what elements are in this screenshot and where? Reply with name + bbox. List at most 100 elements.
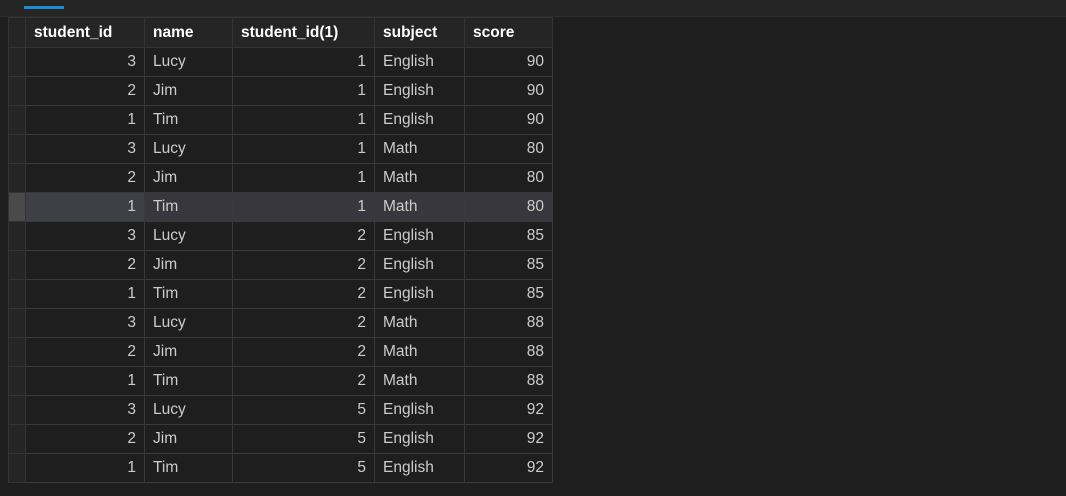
row-selector[interactable] [8, 134, 26, 164]
cell-score[interactable]: 85 [464, 221, 553, 251]
cell-student-id[interactable]: 3 [25, 221, 145, 251]
table-row[interactable]: 3 Lucy 2 Math 88 [8, 308, 553, 338]
cell-score[interactable]: 92 [464, 395, 553, 425]
cell-name[interactable]: Jim [144, 337, 233, 367]
cell-student-id[interactable]: 2 [25, 76, 145, 106]
table-row[interactable]: 2 Jim 1 Math 80 [8, 163, 553, 193]
column-header-subject[interactable]: subject [374, 17, 465, 48]
cell-name[interactable]: Tim [144, 192, 233, 222]
cell-student-id[interactable]: 2 [25, 250, 145, 280]
cell-student-id[interactable]: 2 [25, 424, 145, 454]
row-selector[interactable] [8, 395, 26, 425]
row-selector[interactable] [8, 192, 26, 222]
table-row[interactable]: 2 Jim 2 English 85 [8, 250, 553, 280]
cell-student-id[interactable]: 1 [25, 192, 145, 222]
cell-student-id-1[interactable]: 2 [232, 308, 375, 338]
active-tab-indicator[interactable] [24, 6, 64, 9]
cell-name[interactable]: Tim [144, 105, 233, 135]
row-selector[interactable] [8, 163, 26, 193]
cell-name[interactable]: Lucy [144, 308, 233, 338]
column-header-score[interactable]: score [464, 17, 553, 48]
row-selector[interactable] [8, 76, 26, 106]
cell-student-id[interactable]: 1 [25, 453, 145, 483]
cell-student-id[interactable]: 1 [25, 366, 145, 396]
column-header-student-id[interactable]: student_id [25, 17, 145, 48]
cell-subject[interactable]: English [374, 453, 465, 483]
cell-student-id-1[interactable]: 1 [232, 163, 375, 193]
cell-score[interactable]: 88 [464, 308, 553, 338]
row-selector[interactable] [8, 47, 26, 77]
cell-name[interactable]: Jim [144, 76, 233, 106]
cell-score[interactable]: 92 [464, 453, 553, 483]
cell-subject[interactable]: Math [374, 192, 465, 222]
table-row[interactable]: 2 Jim 1 English 90 [8, 76, 553, 106]
cell-score[interactable]: 90 [464, 76, 553, 106]
cell-subject[interactable]: English [374, 424, 465, 454]
cell-subject[interactable]: Math [374, 308, 465, 338]
cell-subject[interactable]: Math [374, 366, 465, 396]
cell-student-id[interactable]: 1 [25, 105, 145, 135]
cell-score[interactable]: 88 [464, 366, 553, 396]
cell-name[interactable]: Lucy [144, 395, 233, 425]
cell-student-id[interactable]: 1 [25, 279, 145, 309]
cell-student-id[interactable]: 3 [25, 395, 145, 425]
cell-subject[interactable]: English [374, 250, 465, 280]
column-header-name[interactable]: name [144, 17, 233, 48]
cell-student-id-1[interactable]: 1 [232, 134, 375, 164]
cell-student-id[interactable]: 3 [25, 308, 145, 338]
cell-name[interactable]: Lucy [144, 134, 233, 164]
table-row[interactable]: 3 Lucy 1 English 90 [8, 47, 553, 77]
row-selector[interactable] [8, 308, 26, 338]
cell-student-id[interactable]: 2 [25, 337, 145, 367]
cell-subject[interactable]: English [374, 47, 465, 77]
cell-score[interactable]: 90 [464, 47, 553, 77]
row-selector[interactable] [8, 279, 26, 309]
row-selector[interactable] [8, 250, 26, 280]
table-row[interactable]: 3 Lucy 5 English 92 [8, 395, 553, 425]
cell-score[interactable]: 80 [464, 192, 553, 222]
inactive-tab[interactable] [88, 0, 106, 4]
table-row[interactable]: 1 Tim 5 English 92 [8, 453, 553, 483]
select-all-corner[interactable] [8, 17, 26, 48]
cell-student-id[interactable]: 3 [25, 47, 145, 77]
cell-subject[interactable]: English [374, 279, 465, 309]
cell-score[interactable]: 88 [464, 337, 553, 367]
cell-student-id[interactable]: 3 [25, 134, 145, 164]
cell-name[interactable]: Tim [144, 453, 233, 483]
table-row[interactable]: 1 Tim 2 Math 88 [8, 366, 553, 396]
cell-score[interactable]: 85 [464, 279, 553, 309]
cell-score[interactable]: 85 [464, 250, 553, 280]
cell-student-id[interactable]: 2 [25, 163, 145, 193]
table-row[interactable]: 3 Lucy 1 Math 80 [8, 134, 553, 164]
cell-name[interactable]: Lucy [144, 221, 233, 251]
cell-student-id-1[interactable]: 2 [232, 279, 375, 309]
cell-student-id-1[interactable]: 5 [232, 395, 375, 425]
cell-student-id-1[interactable]: 5 [232, 453, 375, 483]
cell-student-id-1[interactable]: 1 [232, 105, 375, 135]
cell-student-id-1[interactable]: 1 [232, 76, 375, 106]
cell-student-id-1[interactable]: 2 [232, 337, 375, 367]
column-header-student-id-1[interactable]: student_id(1) [232, 17, 375, 48]
row-selector[interactable] [8, 105, 26, 135]
cell-name[interactable]: Lucy [144, 47, 233, 77]
row-selector[interactable] [8, 424, 26, 454]
cell-student-id-1[interactable]: 2 [232, 366, 375, 396]
cell-subject[interactable]: English [374, 221, 465, 251]
row-selector[interactable] [8, 337, 26, 367]
cell-subject[interactable]: English [374, 105, 465, 135]
cell-score[interactable]: 80 [464, 134, 553, 164]
table-row[interactable]: 3 Lucy 2 English 85 [8, 221, 553, 251]
cell-name[interactable]: Jim [144, 163, 233, 193]
cell-student-id-1[interactable]: 2 [232, 221, 375, 251]
cell-name[interactable]: Tim [144, 366, 233, 396]
cell-student-id-1[interactable]: 1 [232, 47, 375, 77]
cell-student-id-1[interactable]: 2 [232, 250, 375, 280]
table-row[interactable]: 1 Tim 1 Math 80 [8, 192, 553, 222]
cell-name[interactable]: Jim [144, 250, 233, 280]
cell-name[interactable]: Tim [144, 279, 233, 309]
cell-subject[interactable]: English [374, 395, 465, 425]
cell-subject[interactable]: Math [374, 163, 465, 193]
cell-subject[interactable]: Math [374, 337, 465, 367]
row-selector[interactable] [8, 366, 26, 396]
cell-name[interactable]: Jim [144, 424, 233, 454]
